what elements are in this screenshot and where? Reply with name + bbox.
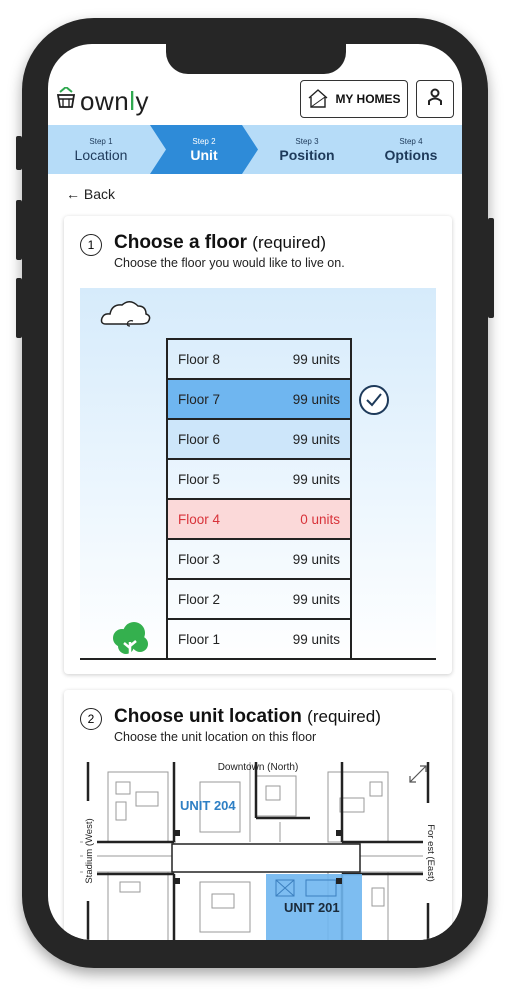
- unit-card-title: Choose unit location (required): [114, 706, 381, 727]
- step-options[interactable]: Step 4 Options: [360, 125, 462, 174]
- step-number-badge: 1: [80, 234, 102, 256]
- floor-selection-card: 1 Choose a floor (required) Choose the f…: [64, 216, 452, 674]
- step-unit[interactable]: Step 2 Unit: [154, 125, 254, 174]
- my-homes-label: MY HOMES: [335, 92, 401, 106]
- basket-house-icon: [56, 85, 76, 116]
- floor-row-4[interactable]: Floor 40 units: [168, 500, 350, 540]
- floor-row-8[interactable]: Floor 8 99 units: [168, 340, 350, 380]
- unit-204-label[interactable]: UNIT 204: [180, 798, 236, 813]
- west-label: Stadium (West): [83, 801, 97, 901]
- power-button: [488, 218, 494, 318]
- unit-201-label[interactable]: UNIT 201: [284, 900, 340, 915]
- floor-list: Floor 8 99 units Floor 7 99 units Floor 69…: [166, 338, 352, 658]
- step-progress: Step 1 Location Step 2 Unit Step 3 Posit…: [48, 125, 462, 174]
- brand-logo[interactable]: ownly: [56, 85, 149, 117]
- north-label: Downtown (North): [217, 762, 299, 773]
- selected-check-icon: [358, 384, 390, 421]
- ground-line: [80, 658, 436, 660]
- app-screen: ownly MY HOMES Step 1 Location Step 2 Un…: [48, 44, 462, 940]
- brand-name: ownly: [80, 86, 149, 116]
- account-button[interactable]: [416, 80, 454, 118]
- floor-row-1[interactable]: Floor 1 99 units: [168, 620, 350, 658]
- floor-plan-map[interactable]: Downtown (North) UNIT 204 UNIT 201 Stadi…: [80, 762, 437, 940]
- step-number-badge: 2: [80, 708, 102, 730]
- tree-icon: [110, 620, 150, 663]
- floor-row-2[interactable]: Floor 2 99 units: [168, 580, 350, 620]
- volume-down-button: [16, 278, 22, 338]
- unit-location-card: 2 Choose unit location (required) Choose…: [64, 690, 452, 940]
- volume-up-button: [16, 200, 22, 260]
- floor-row-6[interactable]: Floor 6 99 units: [168, 420, 350, 460]
- my-homes-button[interactable]: MY HOMES: [300, 80, 408, 118]
- mute-switch: [16, 136, 22, 170]
- app-header: ownly MY HOMES: [48, 80, 462, 124]
- back-link[interactable]: ← Back: [66, 186, 115, 202]
- floor-row-7[interactable]: Floor 7 99 units: [168, 380, 350, 420]
- phone-notch: [166, 44, 346, 74]
- unit-card-subtitle: Choose the unit location on this floor: [114, 730, 317, 744]
- user-icon: [426, 88, 444, 111]
- floor-row-3[interactable]: Floor 3 99 units: [168, 540, 350, 580]
- step-location[interactable]: Step 1 Location: [48, 125, 154, 174]
- cloud-icon: [100, 296, 152, 335]
- house-icon: [307, 88, 329, 111]
- east-label: For est (East): [423, 803, 437, 903]
- expand-icon[interactable]: [406, 762, 430, 791]
- floor-card-title: Choose a floor (required): [114, 232, 326, 253]
- step-position[interactable]: Step 3 Position: [254, 125, 360, 174]
- floor-row-5[interactable]: Floor 5 99 units: [168, 460, 350, 500]
- floor-card-subtitle: Choose the floor you would like to live …: [114, 256, 345, 270]
